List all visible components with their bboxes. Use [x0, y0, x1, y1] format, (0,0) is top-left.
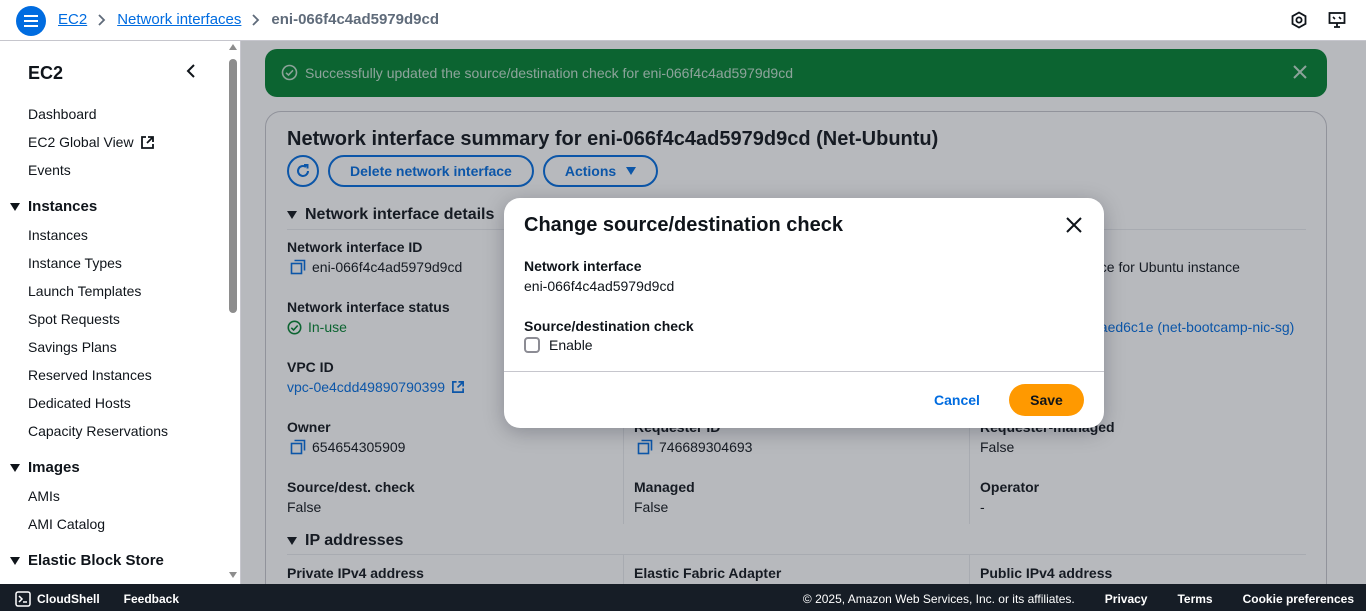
sidebar-item-amis[interactable]: AMIs — [28, 488, 60, 504]
copyright-text: © 2025, Amazon Web Services, Inc. or its… — [802, 592, 1075, 606]
sidebar-item-ami-catalog[interactable]: AMI Catalog — [28, 516, 105, 532]
cloudshell-button[interactable]: CloudShell — [15, 591, 100, 607]
sidebar-item-savings-plans[interactable]: Savings Plans — [28, 339, 117, 355]
sidebar-scroll-thumb[interactable] — [229, 59, 237, 313]
sidebar-section-instances[interactable]: Instances — [10, 198, 97, 215]
enable-checkbox[interactable] — [524, 337, 540, 353]
enable-checkbox-row[interactable]: Enable — [524, 337, 593, 353]
breadcrumb: EC2 Network interfaces eni-066f4c4ad5979… — [58, 11, 439, 28]
external-link-icon — [140, 135, 154, 149]
sidebar-item-capacity-reservations[interactable]: Capacity Reservations — [28, 423, 168, 439]
enable-label: Enable — [549, 337, 593, 353]
terminal-icon — [15, 591, 31, 607]
footer-right: © 2025, Amazon Web Services, Inc. or its… — [803, 592, 1354, 606]
sidebar-title: EC2 — [28, 63, 64, 83]
display-settings-icon[interactable] — [1328, 11, 1346, 32]
cancel-button[interactable]: Cancel — [934, 392, 980, 408]
sidebar-item-instance-types[interactable]: Instance Types — [28, 255, 122, 271]
terms-link[interactable]: Terms — [1177, 592, 1212, 606]
modal-title: Change source/destination check — [524, 214, 843, 236]
chevron-right-icon — [98, 13, 106, 26]
breadcrumb-network-interfaces[interactable]: Network interfaces — [117, 11, 241, 28]
button-label: Save — [1030, 392, 1063, 408]
caret-down-icon — [10, 556, 20, 565]
chevron-left-icon — [186, 64, 195, 78]
sidebar-item-global-view[interactable]: EC2 Global View — [28, 134, 155, 150]
sidebar-section-label: Elastic Block Store — [28, 552, 164, 569]
change-srcdst-check-modal: Change source/destination check Network … — [504, 198, 1104, 428]
sidebar-item-instances[interactable]: Instances — [28, 227, 88, 243]
eni-value: eni-066f4c4ad5979d9cd — [524, 278, 675, 294]
sidebar-section-elastic-block-store[interactable]: Elastic Block Store — [10, 552, 164, 569]
cookie-preferences-link[interactable]: Cookie preferences — [1243, 592, 1354, 606]
close-icon — [1066, 217, 1082, 233]
footer: CloudShell Feedback © 2025, Amazon Web S… — [0, 584, 1366, 611]
privacy-link[interactable]: Privacy — [1105, 592, 1148, 606]
sidebar-item-reserved-instances[interactable]: Reserved Instances — [28, 367, 152, 383]
hamburger-icon — [24, 15, 38, 27]
scroll-down-icon[interactable] — [229, 572, 237, 578]
collapse-sidebar-button[interactable] — [186, 64, 196, 81]
sidebar-item-events[interactable]: Events — [28, 162, 71, 178]
chevron-right-icon — [252, 13, 260, 26]
modal-divider — [504, 371, 1104, 372]
caret-down-icon — [10, 202, 20, 211]
breadcrumb-ec2[interactable]: EC2 — [58, 11, 87, 28]
eni-label: Network interface — [524, 258, 642, 274]
top-icons — [1290, 11, 1346, 32]
menu-button[interactable] — [16, 6, 46, 36]
sidebar-section-images[interactable]: Images — [10, 459, 80, 476]
sidebar-item-spot-requests[interactable]: Spot Requests — [28, 311, 120, 327]
sidebar-item-launch-templates[interactable]: Launch Templates — [28, 283, 141, 299]
sidebar-item-dashboard[interactable]: Dashboard — [28, 106, 97, 122]
sidebar: EC2 Dashboard EC2 Global View Events Ins… — [0, 41, 241, 584]
footer-left: CloudShell Feedback — [15, 591, 179, 607]
caret-down-icon — [10, 463, 20, 472]
sidebar-section-label: Images — [28, 459, 80, 476]
breadcrumb-current: eni-066f4c4ad5979d9cd — [271, 11, 440, 28]
scroll-up-icon[interactable] — [229, 44, 237, 50]
notifications-icon[interactable] — [1290, 11, 1308, 32]
feedback-link[interactable]: Feedback — [124, 592, 179, 606]
sidebar-item-label: EC2 Global View — [28, 134, 134, 150]
cloudshell-label: CloudShell — [37, 592, 100, 606]
sidebar-item-dedicated-hosts[interactable]: Dedicated Hosts — [28, 395, 131, 411]
srcdst-check-label: Source/destination check — [524, 318, 694, 334]
save-button[interactable]: Save — [1009, 384, 1084, 416]
modal-close-button[interactable] — [1066, 217, 1082, 236]
top-navigation-bar: EC2 Network interfaces eni-066f4c4ad5979… — [0, 0, 1366, 41]
sidebar-section-label: Instances — [28, 198, 98, 215]
